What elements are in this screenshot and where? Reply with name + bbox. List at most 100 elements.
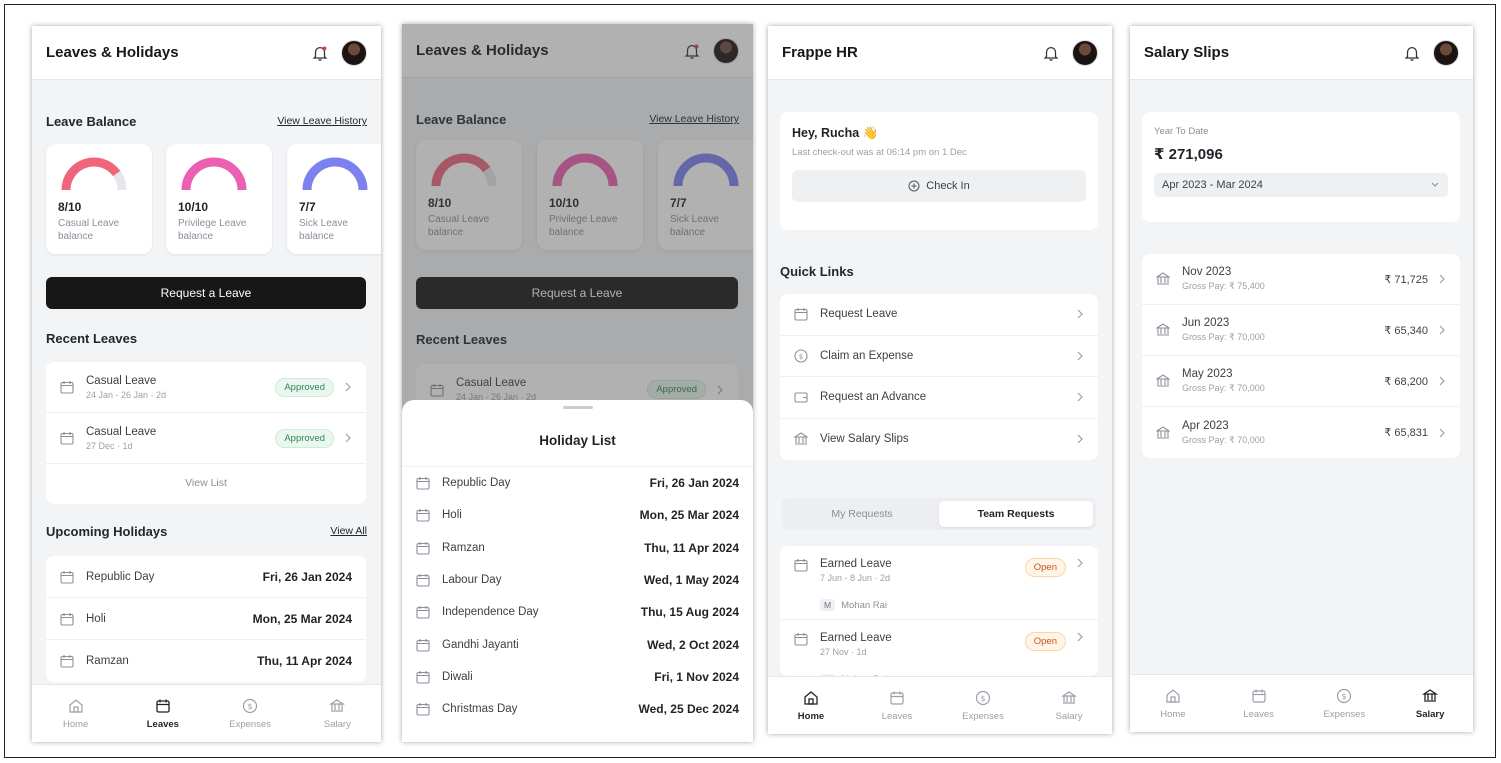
holiday-date: Wed, 2 Oct 2024: [647, 637, 739, 652]
holiday-row[interactable]: Independence Day Thu, 15 Aug 2024: [402, 596, 753, 628]
holiday-row[interactable]: Gandhi Jayanti Wed, 2 Oct 2024: [402, 628, 753, 660]
holiday-list: Republic Day Fri, 26 Jan 2024 Holi Mon, 25 …: [402, 466, 753, 725]
quick-links-card: Request Leave $ Claim an Expense Request an…: [780, 294, 1098, 460]
chevron-down-icon: [1431, 182, 1439, 187]
holiday-row[interactable]: Holi Mon, 25 Mar 2024: [46, 598, 366, 640]
check-in-button[interactable]: Check In: [792, 170, 1086, 202]
quick-link-label: Request Leave: [820, 308, 898, 321]
tab-expenses[interactable]: $ Expenses: [1302, 675, 1388, 732]
quick-link-item[interactable]: View Salary Slips: [780, 419, 1098, 461]
tab-team-requests[interactable]: Team Requests: [939, 501, 1093, 527]
slip-net-amount: ₹ 68,200: [1384, 375, 1428, 388]
tab-expenses[interactable]: $ Expenses: [940, 677, 1026, 734]
holiday-row[interactable]: Republic Day Fri, 26 Jan 2024: [402, 467, 753, 499]
employee-name: Mohan Rai: [841, 599, 888, 611]
holiday-row[interactable]: Republic Day Fri, 26 Jan 2024: [46, 556, 366, 598]
tab-home[interactable]: Home: [1130, 675, 1216, 732]
holiday-row[interactable]: Christmas Day Wed, 25 Dec 2024: [402, 693, 753, 725]
leave-balance-card[interactable]: 8/10 Casual Leave balance: [46, 144, 152, 254]
chevron-right-icon: [1077, 309, 1083, 319]
tab-leaves[interactable]: Leaves: [119, 685, 206, 742]
avatar[interactable]: [1072, 39, 1098, 66]
tab-home[interactable]: Home: [32, 685, 119, 742]
salary-slip-row[interactable]: Apr 2023 Gross Pay: ₹ 70,000 ₹ 65,831: [1142, 407, 1460, 458]
tab-salary[interactable]: Salary: [294, 685, 381, 742]
view-list-link[interactable]: View List: [46, 464, 366, 502]
calendar-icon: [416, 509, 430, 522]
slip-net-amount: ₹ 71,725: [1384, 273, 1428, 286]
leave-balance-heading: Leave Balance: [46, 114, 137, 129]
holiday-row[interactable]: Ramzan Thu, 11 Apr 2024: [402, 532, 753, 564]
leave-balance-card[interactable]: 7/7 Sick Leave balance: [287, 144, 381, 254]
calendar-icon: [60, 432, 74, 445]
bell-icon[interactable]: [1042, 44, 1060, 62]
chevron-right-icon: [345, 382, 351, 392]
holiday-row[interactable]: Diwali Fri, 1 Nov 2024: [402, 661, 753, 693]
period-select[interactable]: Apr 2023 - Mar 2024: [1154, 173, 1448, 197]
holiday-row[interactable]: Holi Mon, 25 Mar 2024: [402, 499, 753, 531]
tab-leaves[interactable]: Leaves: [1216, 675, 1302, 732]
slip-month: Jun 2023: [1182, 317, 1230, 329]
sheet-grab-handle[interactable]: [562, 406, 593, 409]
calendar-icon: [416, 638, 430, 652]
list-item[interactable]: Casual Leave 27 Dec · 1d Approved: [46, 413, 366, 464]
bell-icon[interactable]: [311, 44, 329, 62]
holiday-name: Republic Day: [442, 477, 511, 490]
app-header: Leaves & Holidays: [32, 26, 381, 80]
bank-icon: [1061, 690, 1077, 704]
slip-month: Apr 2023: [1182, 419, 1229, 432]
holiday-row[interactable]: Ramzan Thu, 11 Apr 2024: [46, 640, 366, 682]
salary-slip-row[interactable]: May 2023 Gross Pay: ₹ 70,000 ₹ 68,200: [1142, 356, 1460, 407]
holiday-name: Republic Day: [86, 570, 155, 583]
tab-home[interactable]: Home: [768, 677, 854, 734]
chevron-right-icon: [1439, 428, 1445, 437]
salary-slip-row[interactable]: Nov 2023 Gross Pay: ₹ 75,400 ₹ 71,725: [1142, 254, 1460, 305]
bank-icon: [1422, 688, 1439, 702]
view-all-link[interactable]: View All: [330, 525, 367, 537]
request-item[interactable]: Earned Leave 7 Jun - 8 Jun · 2d Open M Mohan…: [780, 546, 1098, 620]
quick-link-item[interactable]: Request an Advance: [780, 377, 1098, 419]
home-icon: [1166, 688, 1180, 703]
tab-leaves[interactable]: Leaves: [854, 677, 940, 734]
calendar-icon: [416, 477, 430, 490]
wallet-icon: [794, 392, 808, 403]
chevron-right-icon: [1439, 325, 1445, 335]
holiday-row[interactable]: Labour Day Wed, 1 May 2024: [402, 564, 753, 596]
leaves-holidays-screen: Leaves & Holidays Leave Balance View Lea…: [32, 26, 381, 742]
tab-my-requests[interactable]: My Requests: [785, 501, 939, 527]
year-to-date-card: Year To Date ₹ 271,096 Apr 2023 - Mar 20…: [1142, 112, 1460, 222]
request-leave-button[interactable]: Request a Leave: [46, 277, 366, 309]
holiday-name: Diwali: [442, 670, 473, 683]
holiday-list-sheet: Holiday List Republic Day Fri, 26 Jan 202…: [402, 400, 753, 742]
quick-link-item[interactable]: $ Claim an Expense: [780, 336, 1098, 377]
holiday-name: Holi: [442, 509, 462, 522]
leave-balance-card[interactable]: 10/10 Privilege Leave balance: [166, 144, 272, 254]
calendar-icon: [1252, 689, 1266, 703]
salary-slip-row[interactable]: Jun 2023 Gross Pay: ₹ 70,000 ₹ 65,340: [1142, 305, 1460, 356]
bank-icon: [1156, 374, 1170, 387]
bottom-tab-bar: Home Leaves $ Expenses Salary: [768, 676, 1112, 734]
tab-salary[interactable]: Salary: [1026, 677, 1112, 734]
slip-gross-pay: Gross Pay: ₹ 75,400: [1182, 281, 1265, 291]
calendar-icon: [416, 703, 430, 716]
chevron-right-icon: [1077, 351, 1083, 361]
avatar[interactable]: [341, 39, 367, 66]
holiday-date: Wed, 25 Dec 2024: [638, 702, 739, 717]
holiday-name: Labour Day: [442, 574, 502, 587]
avatar[interactable]: [1433, 39, 1459, 66]
requests-segmented-control: My Requests Team Requests: [782, 498, 1096, 530]
tab-salary[interactable]: Salary: [1387, 675, 1473, 732]
bank-icon: [1156, 425, 1170, 439]
leave-dates: 27 Dec · 1d: [86, 440, 133, 451]
bell-icon[interactable]: [1403, 44, 1421, 62]
list-item[interactable]: Casual Leave 24 Jan - 26 Jan · 2d Approve…: [46, 362, 366, 413]
holiday-name: Independence Day: [442, 606, 539, 619]
balance-label: Sick Leave balance: [299, 218, 348, 242]
tab-expenses[interactable]: $ Expenses: [207, 685, 294, 742]
employee: M Mohan Rai: [794, 599, 1084, 611]
quick-link-item[interactable]: Request Leave: [780, 294, 1098, 336]
leave-gauge: [61, 157, 127, 191]
view-leave-history-link[interactable]: View Leave History: [277, 115, 367, 127]
request-item[interactable]: Earned Leave27 Nov · 1dOpenMMohan Rai: [780, 620, 1098, 676]
calendar-icon: [60, 570, 74, 584]
